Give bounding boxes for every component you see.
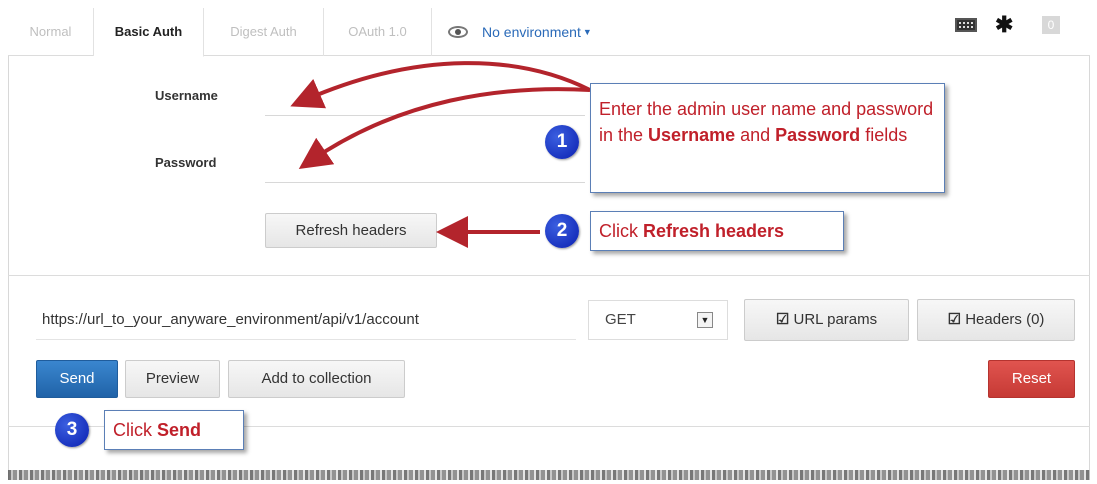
step-1-marker: 1: [545, 125, 579, 159]
step-3-bold: Send: [157, 420, 202, 440]
step-2-text: Click: [599, 221, 643, 241]
arrow-to-username: [290, 61, 591, 109]
step-1-text: and: [735, 125, 776, 145]
step-3-text: Click: [113, 420, 157, 440]
step-1-callout: Enter the admin user name and password i…: [590, 83, 945, 193]
step-1-bold-password: Password: [775, 125, 861, 145]
step-1-bold-username: Username: [648, 125, 736, 145]
step-3-callout: Click Send: [104, 410, 244, 450]
step-2-marker: 2: [545, 214, 579, 248]
step-1-text: fields: [860, 125, 908, 145]
step-2-callout: Click Refresh headers: [590, 211, 844, 251]
step-3-marker: 3: [55, 413, 89, 447]
step-2-bold: Refresh headers: [643, 221, 785, 241]
cropped-content-strip: [8, 470, 1090, 480]
